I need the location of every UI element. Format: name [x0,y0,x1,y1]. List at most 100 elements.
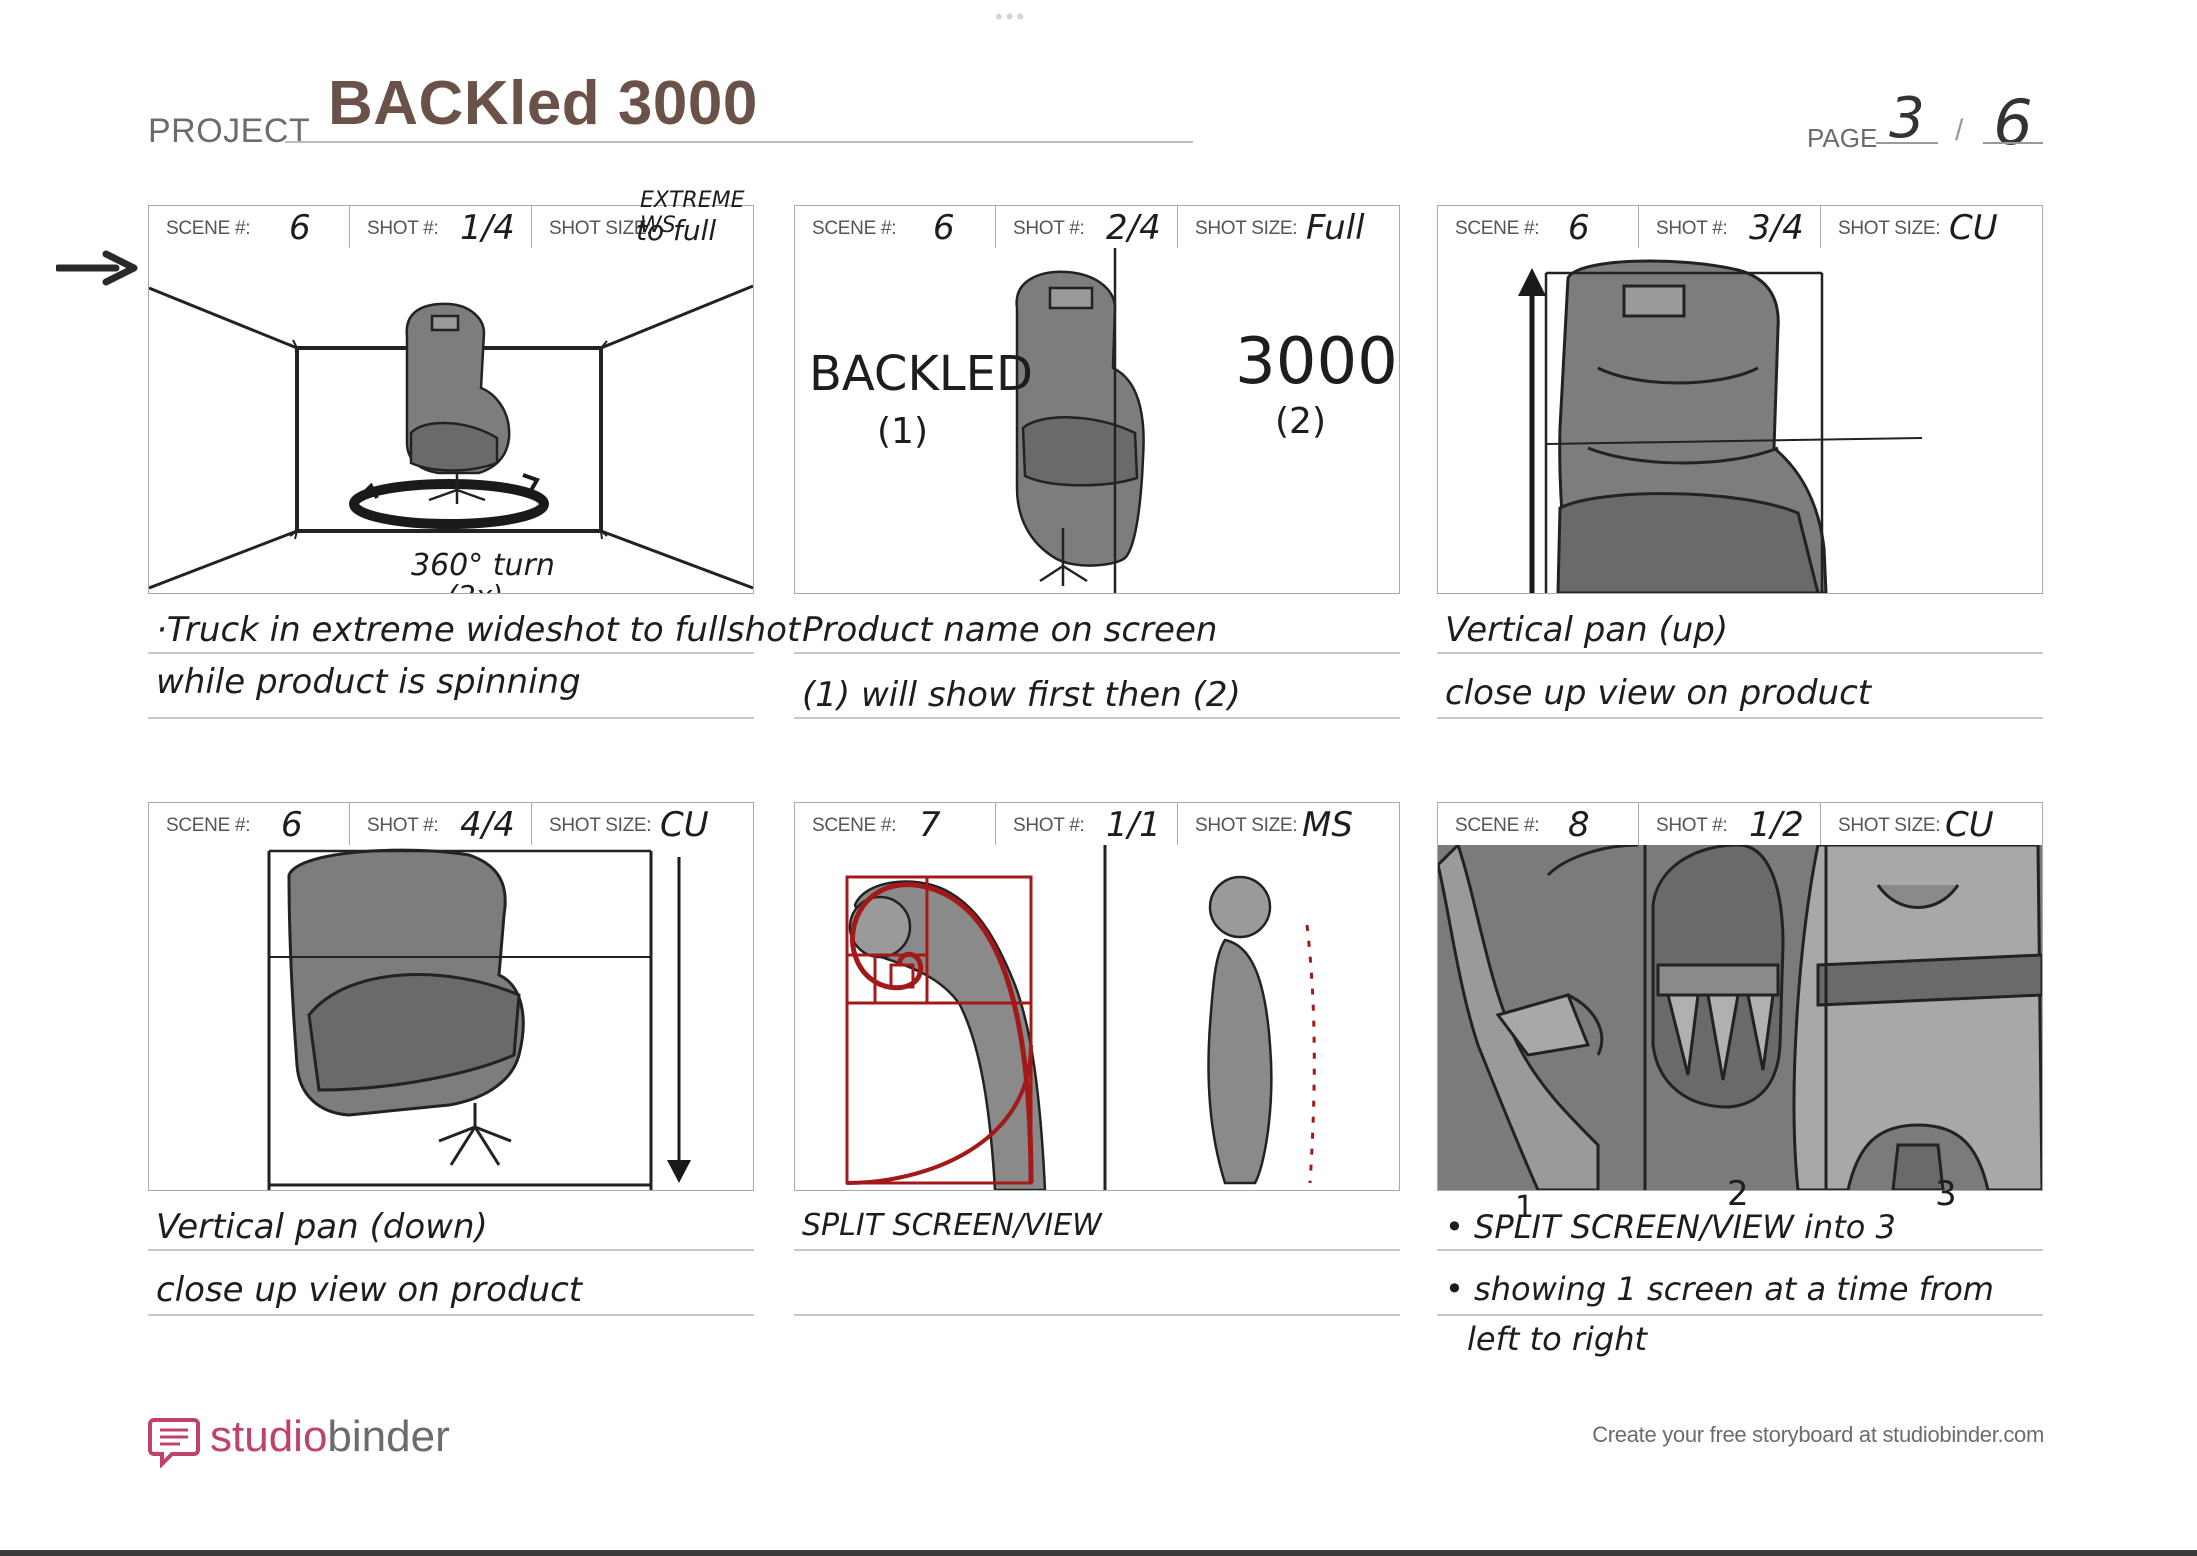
scene-cell[interactable]: SCENE #: 6 [1438,206,1638,249]
shot-cell[interactable]: SHOT #: 1/4 [349,206,532,249]
shot-size-value[interactable]: MS [1302,805,1353,845]
frame-image[interactable] [794,845,1400,1191]
shot-size-cell[interactable]: SHOT SIZE: MS [1177,803,1400,846]
frame-header: SCENE #: 8 SHOT #: 1/2 SHOT SIZE: CU [1437,802,2043,847]
frame-header: SCENE #: 6 SHOT #: 4/4 SHOT SIZE: CU [148,802,754,847]
note-line-1 [148,1249,754,1251]
frame-image[interactable] [148,845,754,1191]
panel-number-3: 3 [1935,1174,1957,1214]
frame-header: SCENE #: 6 SHOT #: 1/4 SHOT SIZE: EXTREM… [148,188,754,250]
frame-header: SCENE #: 6 SHOT #: 2/4 SHOT SIZE: Full [794,205,1400,250]
page-total-underline [1983,142,2043,144]
note-text-1[interactable]: • SPLIT SCREEN/VIEW into 3 [1445,1208,1896,1246]
scene-label: SCENE #: [1455,815,1540,836]
sketch-truck-in-spinning-chair: 360° turn (2x) [149,284,753,593]
note-line-2 [148,717,754,719]
scene-value[interactable]: 8 [1568,805,1590,845]
note-line-1 [148,652,754,654]
project-title-underline [285,141,1193,143]
shot-size-value[interactable]: CU [1945,805,1994,845]
note-text-1[interactable]: ·Truck in extreme wideshot to fullshot [156,610,800,650]
shot-label: SHOT #: [1656,815,1728,836]
page-label: PAGE [1807,123,1878,153]
scene-label: SCENE #: [166,815,251,836]
shot-cell[interactable]: SHOT #: 3/4 [1638,206,1821,249]
window-drag-dots: ••• [995,4,1028,29]
note-text-1[interactable]: Vertical pan (down) [156,1207,488,1247]
shot-cell[interactable]: SHOT #: 4/4 [349,803,532,846]
shot-size-cell[interactable]: SHOT SIZE: CU [1820,803,2043,846]
scene-cell[interactable]: SCENE #: 7 [795,803,995,846]
page-total[interactable]: 6 [1983,86,2043,159]
shot-label: SHOT #: [1013,815,1085,836]
frame-image[interactable]: 360° turn (2x) [148,248,754,594]
shot-size-value[interactable]: Full [1306,208,1365,248]
note-text-2[interactable]: (1) will show first then (2) [802,675,1241,715]
shot-size-label: SHOT SIZE: [1838,218,1941,239]
scene-label: SCENE #: [1455,218,1540,239]
scene-value[interactable]: 7 [919,805,941,845]
note-text-1[interactable]: Vertical pan (up) [1445,610,1728,650]
frame-image[interactable]: BACKLED (1) 3000 (2) [794,248,1400,594]
frame-image[interactable] [1437,248,2043,594]
note-line-2 [794,717,1400,719]
shot-size-cell[interactable]: SHOT SIZE: Full [1177,206,1400,249]
product-name-part-2: 3000 [1235,325,1398,399]
logo-wordmark-studio: studio [210,1412,328,1461]
note-line-2 [794,1314,1400,1316]
note-text-1[interactable]: SPLIT SCREEN/VIEW [802,1208,1102,1243]
arrow-right-icon [56,250,138,286]
note-text-2[interactable]: • showing 1 screen at a time from [1445,1270,1994,1308]
sketch-product-name-chair: BACKLED (1) 3000 (2) [809,248,1398,593]
shot-value[interactable]: 4/4 [460,805,515,845]
note-line-2 [1437,1314,2043,1316]
shot-size-value[interactable]: CU [660,805,709,845]
frame-header: SCENE #: 7 SHOT #: 1/1 SHOT SIZE: MS [794,802,1400,847]
shot-value[interactable]: 1/1 [1106,805,1161,845]
product-name-part-1-order: (1) [877,411,928,452]
shot-cell[interactable]: SHOT #: 1/2 [1638,803,1821,846]
shot-value[interactable]: 3/4 [1749,208,1804,248]
shot-size-cell[interactable]: SHOT SIZE: EXTREME WS to full [531,188,754,249]
turn-count-annotation: (2x) [447,579,503,593]
logo-wordmark-binder: binder [327,1412,450,1461]
scene-cell[interactable]: SCENE #: 6 [149,803,349,846]
project-title[interactable]: BACKled 3000 [328,68,758,139]
shot-value[interactable]: 2/4 [1106,208,1161,248]
note-line-2 [148,1314,754,1316]
note-text-2[interactable]: close up view on product [156,1270,582,1310]
shot-size-value[interactable]: CU [1949,208,1998,248]
note-line-2 [1437,717,2043,719]
shot-cell[interactable]: SHOT #: 1/1 [995,803,1178,846]
shot-size-label: SHOT SIZE: [549,815,652,836]
note-text-3[interactable]: left to right [1467,1320,1647,1358]
project-label: PROJECT [148,112,311,150]
note-text-2[interactable]: while product is spinning [156,662,581,702]
shot-cell[interactable]: SHOT #: 2/4 [995,206,1178,249]
shot-value[interactable]: 1/2 [1749,805,1804,845]
scene-label: SCENE #: [812,218,897,239]
footer-cta-link[interactable]: Create your free storyboard at studiobin… [1578,1422,2044,1448]
shot-size-value-line2[interactable]: to full [636,214,716,247]
scene-value[interactable]: 6 [933,208,955,248]
shot-value[interactable]: 1/4 [460,208,515,248]
scene-cell[interactable]: SCENE #: 8 [1438,803,1638,846]
note-line-1 [794,652,1400,654]
frame-image[interactable] [1437,845,2043,1191]
scene-cell[interactable]: SCENE #: 6 [149,206,349,249]
shot-label: SHOT #: [367,218,439,239]
scene-cell[interactable]: SCENE #: 6 [795,206,995,249]
sketch-split-screen-golden-ratio [845,845,1316,1190]
shot-size-cell[interactable]: SHOT SIZE: CU [531,803,754,846]
logo-wordmark: studiobinder [210,1412,450,1462]
sketch-close-up-pan-up [1518,259,1923,593]
scene-value[interactable]: 6 [289,208,311,248]
note-text-2[interactable]: close up view on product [1445,673,1871,713]
scene-value[interactable]: 6 [1568,208,1590,248]
product-name-part-2-order: (2) [1275,401,1326,442]
shot-size-cell[interactable]: SHOT SIZE: CU [1820,206,2043,249]
note-text-1[interactable]: Product name on screen [802,610,1217,650]
scene-value[interactable]: 6 [281,805,303,845]
shot-label: SHOT #: [367,815,439,836]
scene-label: SCENE #: [812,815,897,836]
